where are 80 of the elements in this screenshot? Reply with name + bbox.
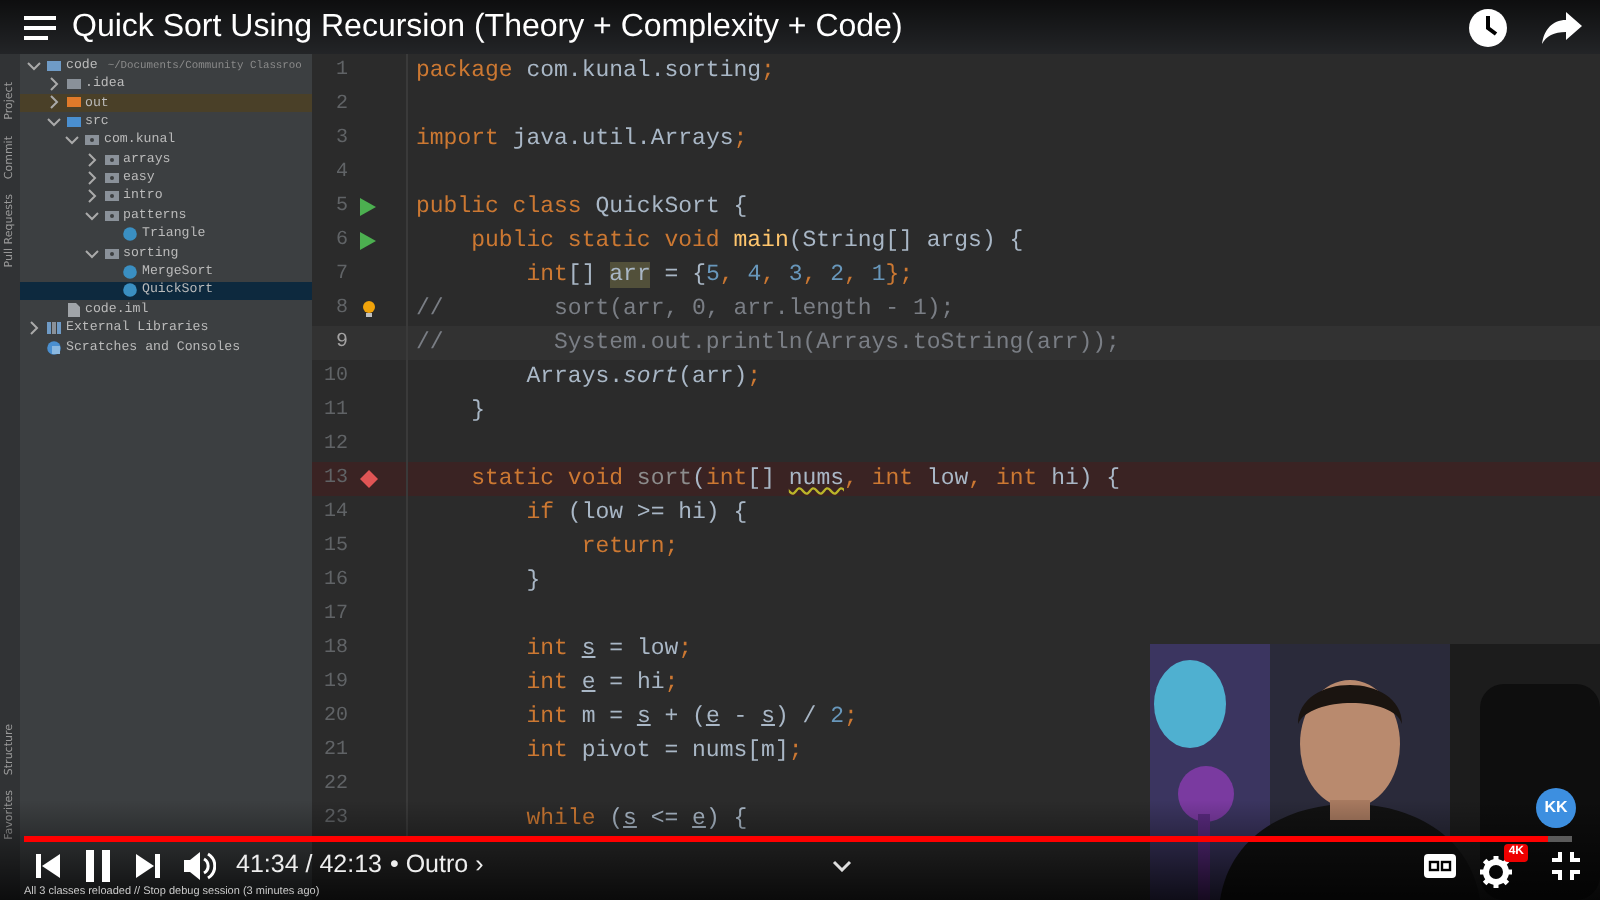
next-button[interactable] [136,853,160,877]
chevron-down-icon[interactable] [45,113,61,130]
code-line: while (s <= e) { [524,803,748,836]
line-number: 14 [321,500,348,528]
line-number: 20 [321,704,348,732]
package-icon [103,245,119,262]
share-icon[interactable] [1540,9,1584,45]
chevron-right-icon[interactable] [83,170,99,187]
captions-icon [1424,853,1456,877]
code-line: public class QuickSort { [416,191,748,224]
line-number: 6 [333,228,348,256]
class-icon [122,226,138,243]
chevron-down-icon[interactable] [64,132,80,149]
line-number: 18 [321,636,348,664]
next-icon [136,853,160,877]
line-number: 13 [321,466,348,494]
collapse-icon [831,859,852,871]
code-line: import java.util.Arrays; [416,123,748,156]
scratches-icon [46,339,62,356]
code-line: } [524,565,541,598]
chevron-right-icon[interactable] [83,188,99,205]
collapse-button[interactable] [831,859,852,871]
lightbulb-icon[interactable] [361,300,375,318]
code-line: Arrays.sort(arr); [524,361,762,394]
line-number: 7 [333,262,348,290]
line-number: 16 [321,568,348,596]
exit-fullscreen-button[interactable] [1552,851,1580,879]
code-line: // System.out.println(Arrays.toString(arr)); [416,327,1120,360]
file-icon [65,301,81,318]
previous-icon [36,853,60,877]
chevron-right-icon[interactable] [26,320,42,337]
code-line: int e = hi; [524,667,679,700]
line-number: 9 [333,330,348,358]
pause-button[interactable] [84,849,112,881]
code-line: int s = low; [524,633,693,666]
chevron-right-icon[interactable] [45,76,61,93]
line-number: 1 [333,58,348,86]
module-folder-icon [46,57,62,74]
exit-fullscreen-icon [1552,851,1580,879]
line-number: 11 [321,398,348,426]
chevron-down-icon[interactable] [26,57,42,74]
line-number: 5 [333,194,348,222]
line-number: 12 [321,432,348,460]
code-line: public static void main(String[] args) { [469,225,1024,258]
chevron-right-icon[interactable] [83,151,99,168]
breakpoint-icon[interactable] [359,470,377,488]
chevron-right-icon[interactable] [45,94,61,111]
line-number: 22 [321,772,348,800]
code-line: int[] arr = {5, 4, 3, 2, 1}; [524,259,914,292]
pause-icon [84,849,112,881]
menu-icon[interactable] [24,13,56,41]
code-line: if (low >= hi) { [524,497,748,530]
line-number: 8 [333,296,348,324]
line-number: 10 [321,364,348,392]
line-number: 4 [333,160,348,188]
volume-icon [184,851,216,879]
volume-button[interactable] [184,851,216,879]
chapter-button[interactable]: • Outro › [389,846,484,884]
line-number: 15 [321,534,348,562]
chevron-down-icon[interactable] [83,207,99,224]
line-number: 17 [321,602,348,630]
code-line: package com.kunal.sorting; [416,55,775,88]
line-number: 19 [321,670,348,698]
code-line: // sort(arr, 0, arr.length - 1); [416,293,955,326]
code-line: return; [579,531,679,564]
captions-button[interactable] [1424,853,1456,877]
package-icon [84,132,100,149]
code-line: int pivot = nums[m]; [524,735,803,768]
code-line: } [469,395,486,428]
chevron-down-icon[interactable] [83,245,99,262]
code-line: int m = s + (e - s) / 2; [524,701,858,734]
line-number: 2 [333,92,348,120]
clock-icon[interactable] [1468,7,1508,47]
previous-button[interactable] [36,853,60,877]
settings-icon [1480,855,1512,887]
line-number: 3 [333,126,348,154]
code-line: static void sort(int[] nums, int low, int hi) { [469,463,1121,496]
video-time: 41:34 / 42:13 [236,848,382,883]
library-icon [46,320,62,337]
line-number: 21 [321,738,348,766]
